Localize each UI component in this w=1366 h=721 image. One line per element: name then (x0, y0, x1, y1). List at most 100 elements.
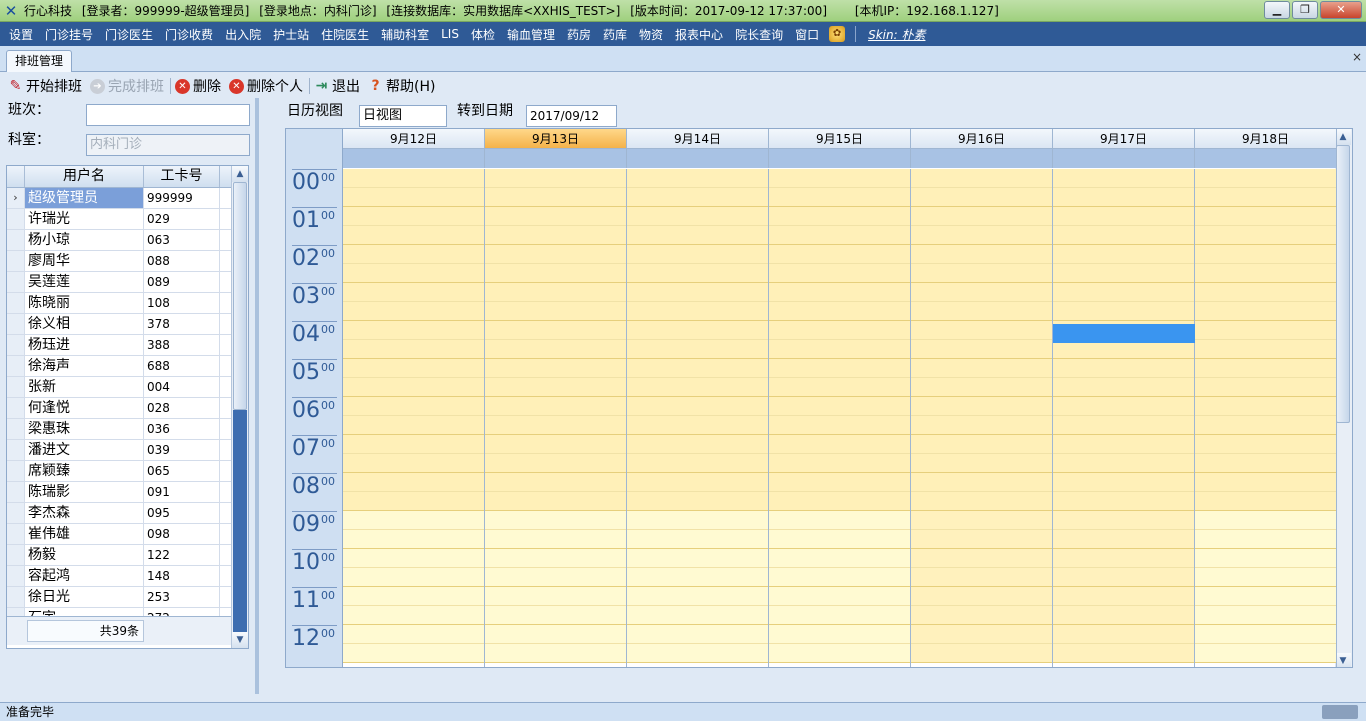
time-slot[interactable] (485, 321, 626, 340)
day-header[interactable]: 9月17日 (1053, 129, 1195, 149)
time-slot[interactable] (343, 587, 484, 606)
time-slot[interactable] (1195, 435, 1336, 454)
cell-card-no[interactable]: 272 (144, 608, 220, 616)
cell-card-no[interactable]: 999999 (144, 188, 220, 208)
time-slot[interactable] (485, 549, 626, 568)
time-slot[interactable] (1195, 378, 1336, 397)
table-row[interactable]: 容起鸿 148 (7, 566, 232, 587)
time-slot[interactable] (627, 454, 768, 473)
time-slot[interactable] (485, 397, 626, 416)
menu-item-8[interactable]: LIS (435, 27, 465, 41)
time-slot[interactable] (769, 454, 910, 473)
table-row[interactable]: 廖周华 088 (7, 251, 232, 272)
time-slot[interactable] (485, 606, 626, 625)
shift-input[interactable] (86, 104, 250, 126)
menu-item-13[interactable]: 物资 (633, 26, 669, 43)
time-slot[interactable] (769, 378, 910, 397)
time-slot[interactable] (627, 207, 768, 226)
cell-username[interactable]: 廖周华 (25, 251, 144, 271)
calendar-view-select[interactable]: 日视图 (359, 105, 447, 127)
time-slot[interactable] (1053, 511, 1194, 530)
exit-button[interactable]: ⇥ 退出 (314, 76, 360, 96)
time-slot[interactable] (1195, 492, 1336, 511)
time-slot[interactable] (1195, 568, 1336, 587)
time-slot[interactable] (1195, 397, 1336, 416)
time-slot[interactable] (769, 283, 910, 302)
time-slot[interactable] (911, 435, 1052, 454)
cell-username[interactable]: 梁惠珠 (25, 419, 144, 439)
time-slot[interactable] (485, 378, 626, 397)
time-slot[interactable] (343, 473, 484, 492)
time-slot[interactable] (911, 606, 1052, 625)
time-slot[interactable] (911, 188, 1052, 207)
tab-scheduling[interactable]: 排班管理 (6, 50, 73, 72)
cell-card-no[interactable]: 004 (144, 377, 220, 397)
menu-item-9[interactable]: 体检 (465, 26, 501, 43)
time-slot[interactable] (627, 245, 768, 264)
time-slot[interactable] (485, 188, 626, 207)
time-slot[interactable] (769, 511, 910, 530)
time-slot[interactable] (911, 169, 1052, 188)
time-slot[interactable] (627, 644, 768, 663)
time-slot[interactable] (1195, 245, 1336, 264)
cell-username[interactable]: 李杰森 (25, 503, 144, 523)
time-slot[interactable] (343, 644, 484, 663)
day-header[interactable]: 9月14日 (627, 129, 769, 149)
calendar-scroll-down-icon[interactable]: ▼ (1335, 653, 1351, 667)
time-slot[interactable] (343, 606, 484, 625)
time-slot[interactable] (1195, 302, 1336, 321)
time-slot[interactable] (343, 321, 484, 340)
time-slot[interactable] (627, 188, 768, 207)
calendar-scroll-up-icon[interactable]: ▲ (1335, 129, 1351, 145)
time-slot[interactable] (1053, 169, 1194, 188)
time-slot[interactable] (911, 378, 1052, 397)
time-slot[interactable] (343, 625, 484, 644)
time-slot[interactable] (769, 207, 910, 226)
calendar-scroll-track[interactable]: ▲ ▼ (1335, 129, 1352, 667)
time-slot[interactable] (911, 207, 1052, 226)
time-slot[interactable] (627, 378, 768, 397)
finish-schedule-button[interactable]: ➔ 完成排班 (90, 76, 164, 96)
time-slot[interactable] (1195, 530, 1336, 549)
day-header[interactable]: 9月16日 (911, 129, 1053, 149)
delete-button[interactable]: ✕ 删除 (175, 76, 221, 96)
time-slot[interactable] (911, 473, 1052, 492)
time-slot[interactable] (911, 245, 1052, 264)
cell-card-no[interactable]: 098 (144, 524, 220, 544)
menu-item-10[interactable]: 输血管理 (501, 26, 561, 43)
time-slot[interactable] (1053, 302, 1194, 321)
cell-card-no[interactable]: 688 (144, 356, 220, 376)
time-slot[interactable] (1195, 549, 1336, 568)
time-slot[interactable] (1195, 416, 1336, 435)
cell-username[interactable]: 徐义相 (25, 314, 144, 334)
all-day-cell[interactable] (1053, 149, 1195, 168)
time-slot[interactable] (1053, 606, 1194, 625)
time-slot[interactable] (911, 302, 1052, 321)
time-slot[interactable] (1053, 454, 1194, 473)
time-slot[interactable] (1195, 587, 1336, 606)
time-slot[interactable] (485, 587, 626, 606)
time-slot[interactable] (343, 207, 484, 226)
cell-username[interactable]: 崔伟雄 (25, 524, 144, 544)
time-slot[interactable] (769, 530, 910, 549)
menu-item-12[interactable]: 药库 (597, 26, 633, 43)
table-row[interactable]: 杨毅 122 (7, 545, 232, 566)
time-slot[interactable] (627, 511, 768, 530)
time-slot[interactable] (1195, 321, 1336, 340)
time-slot[interactable] (343, 511, 484, 530)
cell-username[interactable]: 石宇 (25, 608, 144, 616)
time-slot[interactable] (343, 492, 484, 511)
time-slot[interactable] (485, 169, 626, 188)
help-button[interactable]: ? 帮助(H) (368, 76, 435, 96)
time-slot[interactable] (343, 226, 484, 245)
time-slot[interactable] (1053, 283, 1194, 302)
time-slot[interactable] (911, 587, 1052, 606)
grid-scrollbar[interactable]: ▲ ▼ (231, 166, 248, 648)
time-slot[interactable] (627, 568, 768, 587)
time-slot[interactable] (911, 226, 1052, 245)
cell-card-no[interactable]: 028 (144, 398, 220, 418)
time-slot[interactable] (627, 416, 768, 435)
time-slot[interactable] (1053, 207, 1194, 226)
menu-item-11[interactable]: 药房 (561, 26, 597, 43)
day-header[interactable]: 9月12日 (343, 129, 485, 149)
